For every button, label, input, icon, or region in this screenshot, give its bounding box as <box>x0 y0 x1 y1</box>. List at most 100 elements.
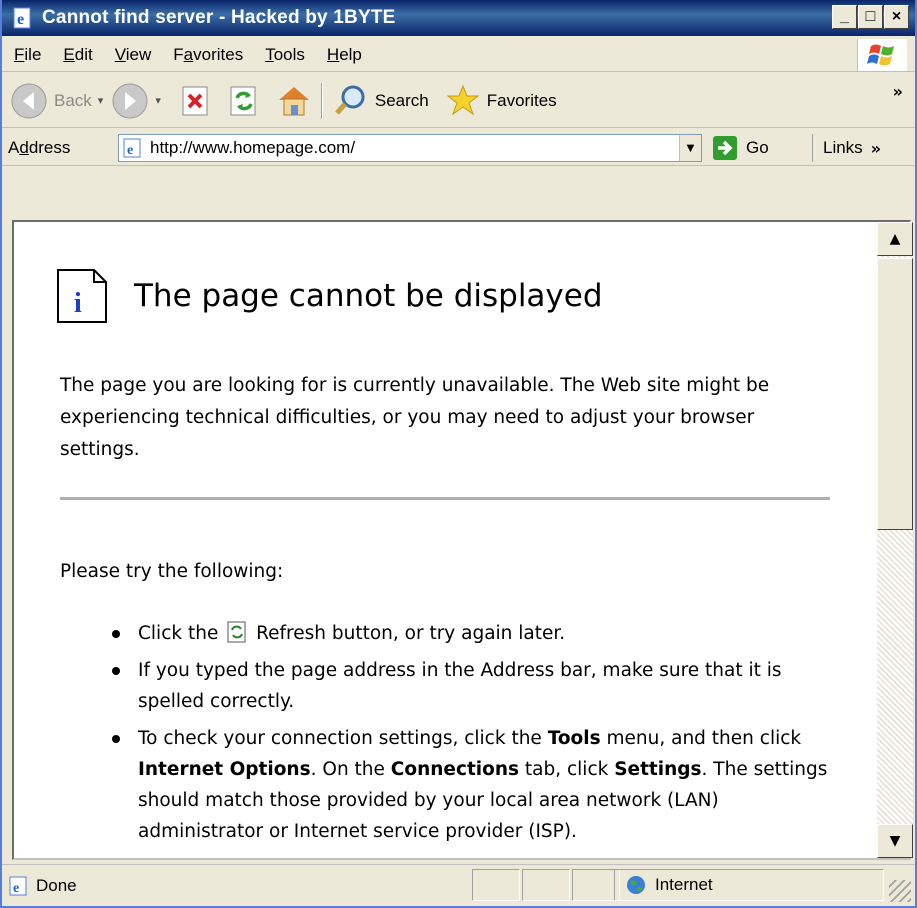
go-arrow-icon <box>713 136 737 160</box>
menu-tools[interactable]: Tools <box>265 45 305 65</box>
scroll-up-arrow-icon[interactable]: ▲ <box>877 222 913 256</box>
menu-edit-rest: dit <box>74 44 93 64</box>
page-title: The page cannot be displayed <box>134 278 603 314</box>
bullet1-post: Refresh button, or try again later. <box>256 623 566 644</box>
forward-button[interactable]: ▾ <box>111 79 161 123</box>
bullet3-settings: Settings <box>614 759 702 780</box>
intro-paragraph: The page you are looking for is currentl… <box>60 375 770 460</box>
back-dropdown-icon[interactable]: ▾ <box>98 94 104 107</box>
menu-edit[interactable]: Edit <box>63 45 92 65</box>
menu-file[interactable]: File <box>14 45 41 65</box>
links-button[interactable]: Links » <box>812 134 881 162</box>
ie-page-icon: e <box>123 138 141 158</box>
menu-help-rest: elp <box>339 44 362 64</box>
status-text: Done <box>36 875 77 895</box>
menu-file-rest: ile <box>24 44 42 64</box>
forward-dropdown-icon[interactable]: ▾ <box>155 94 161 107</box>
scroll-down-arrow-icon[interactable]: ▼ <box>877 824 913 858</box>
search-icon <box>334 85 365 115</box>
bullet3-d: tab, click <box>519 759 615 780</box>
status-pane <box>572 869 620 901</box>
links-overflow-chevron-icon[interactable]: » <box>871 139 881 158</box>
status-pane <box>472 869 520 901</box>
address-label-rest: dress <box>28 137 71 157</box>
status-bar: e Done Internet <box>2 864 915 906</box>
refresh-icon <box>227 621 246 643</box>
browser-window: e Cannot find server - Hacked by 1BYTE _… <box>0 0 917 908</box>
status-panes <box>472 869 622 901</box>
windows-logo-icon <box>857 39 907 71</box>
maximize-button[interactable]: □ <box>858 5 883 29</box>
bullet3-conn: Connections <box>390 759 520 780</box>
menu-favorites-accel: a <box>183 44 194 64</box>
svg-text:e: e <box>17 11 24 28</box>
bullet3-a: To check your connection settings, click… <box>138 728 548 749</box>
menu-view[interactable]: View <box>115 45 152 65</box>
vertical-scrollbar[interactable]: ▲ ▼ <box>877 222 913 858</box>
search-label: Search <box>374 90 429 110</box>
home-icon <box>278 86 309 115</box>
svg-text:i: i <box>74 288 82 319</box>
page-heading: i The page cannot be displayed <box>56 268 603 324</box>
suggestions-list: Click the Refresh button, or try again l… <box>60 618 830 853</box>
refresh-button[interactable] <box>227 79 261 123</box>
bullet3-c: . On the <box>310 759 391 780</box>
svg-text:e: e <box>127 143 133 158</box>
globe-icon <box>627 876 645 894</box>
menu-favorites[interactable]: Favorites <box>173 45 243 65</box>
search-button[interactable]: Search <box>333 79 429 123</box>
divider <box>60 497 830 500</box>
address-input[interactable]: e http://www.homepage.com/ ▼ <box>118 134 702 162</box>
home-button[interactable] <box>275 79 313 123</box>
back-arrow-icon <box>11 83 47 118</box>
resize-grip-icon[interactable] <box>889 880 911 902</box>
back-button[interactable]: Back ▾ <box>10 79 103 123</box>
stop-icon <box>182 86 208 115</box>
window-title: Cannot find server - Hacked by 1BYTE <box>42 7 396 28</box>
menu-bar: File Edit View Favorites Tools Help <box>2 38 915 72</box>
toolbar-overflow-chevron-icon[interactable]: » <box>893 82 903 101</box>
menu-favorites-pre: F <box>173 44 184 64</box>
scroll-thumb[interactable] <box>877 258 913 530</box>
bullet3-tools: Tools <box>547 728 601 749</box>
favorites-star-icon <box>446 84 480 115</box>
menu-view-accel: V <box>114 44 126 64</box>
favorites-label: Favorites <box>486 90 557 110</box>
stop-button[interactable] <box>179 79 213 123</box>
menu-view-rest: iew <box>125 44 152 64</box>
address-bar: Address e http://www.homepage.com/ ▼ Go … <box>2 130 915 166</box>
security-zone[interactable]: Internet <box>614 869 884 901</box>
address-label: Address <box>8 138 70 158</box>
info-document-icon: i <box>56 268 108 324</box>
back-label: Back <box>54 90 92 110</box>
list-item: Click the Refresh button, or try again l… <box>60 618 830 649</box>
address-label-pre: A <box>8 137 20 157</box>
go-button[interactable]: Go <box>712 134 769 162</box>
favorites-button[interactable]: Favorites <box>445 79 557 123</box>
address-dropdown-icon[interactable]: ▼ <box>679 135 701 161</box>
refresh-icon <box>230 86 256 115</box>
minimize-button[interactable]: _ <box>832 5 857 29</box>
list-item: To check your connection settings, click… <box>60 723 830 847</box>
svg-text:e: e <box>13 881 19 896</box>
standard-toolbar: Back ▾ ▾ Search Favorites » <box>2 74 915 128</box>
menu-help-accel: H <box>326 44 340 64</box>
bullet3-b: menu, and then click <box>600 728 802 749</box>
close-button[interactable]: × <box>884 5 909 29</box>
links-label: Links <box>823 138 863 157</box>
zone-label: Internet <box>655 875 713 894</box>
address-url: http://www.homepage.com/ <box>150 138 356 157</box>
toolbar-separator <box>320 82 323 119</box>
status-pane <box>522 869 570 901</box>
menu-tools-rest: ools <box>273 44 305 64</box>
ie-page-icon: e <box>10 5 36 31</box>
window-controls: _ □ × <box>832 5 909 29</box>
list-item: If you typed the page address in the Add… <box>60 655 830 717</box>
title-bar[interactable]: e Cannot find server - Hacked by 1BYTE _… <box>2 0 915 36</box>
try-following-label: Please try the following: <box>60 561 284 582</box>
bullet1-pre: Click the <box>138 623 219 644</box>
menu-favorites-rest: vorites <box>193 44 244 64</box>
menu-help[interactable]: Help <box>327 45 362 65</box>
bullet3-io: Internet Options <box>138 759 311 780</box>
menu-edit-accel: E <box>63 44 75 64</box>
